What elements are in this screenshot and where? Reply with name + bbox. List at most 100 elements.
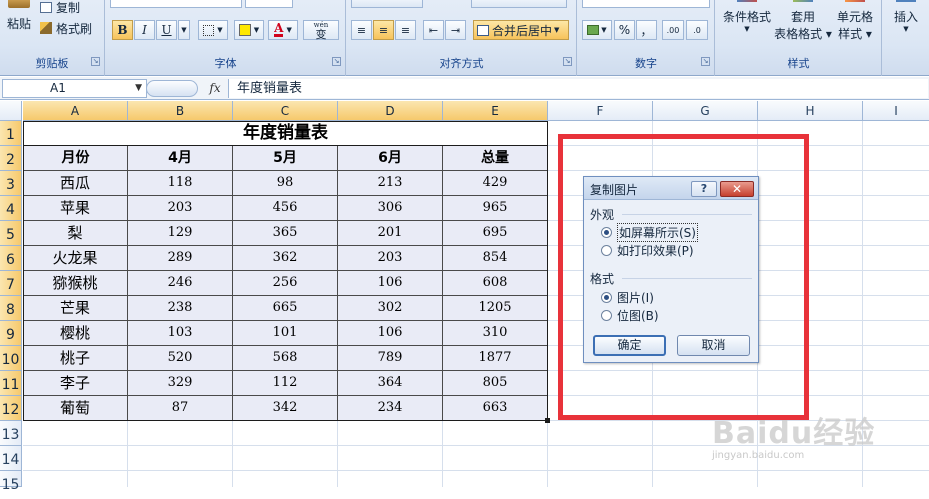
column-header-g[interactable]: G [653,101,758,121]
ok-button[interactable]: 确定 [593,335,666,356]
help-button[interactable]: ? [691,181,717,197]
alignment-dialog-launcher[interactable]: ↘ [563,57,572,66]
row-header-1[interactable]: 1 [0,121,22,146]
value-cell[interactable]: 302 [338,296,443,321]
fruit-name-cell[interactable]: 梨 [23,221,128,246]
row-header-5[interactable]: 5 [0,221,22,246]
value-cell[interactable]: 608 [443,271,548,296]
value-cell[interactable]: 310 [443,321,548,346]
column-header-c[interactable]: C [233,101,338,121]
conditional-format-button[interactable]: 条件格式 ▼ [718,0,776,46]
value-cell[interactable]: 234 [338,396,443,421]
row-header-14[interactable]: 14 [0,446,22,471]
value-cell[interactable]: 203 [128,196,233,221]
header-cell[interactable]: 6月 [338,146,443,171]
align-left-button[interactable]: ≡ [351,20,372,40]
number-dialog-launcher[interactable]: ↘ [701,57,710,66]
underline-dropdown[interactable]: ▼ [178,20,190,40]
percent-button[interactable]: % [614,20,635,40]
option-as-shown-when-printed[interactable]: 如打印效果(P) [601,242,694,258]
cell-styles-button[interactable]: 单元格 样式 ▾ [830,0,880,46]
decrease-indent-button[interactable]: ⇤ [423,20,444,40]
value-cell[interactable]: 256 [233,271,338,296]
fruit-name-cell[interactable]: 苹果 [23,196,128,221]
value-cell[interactable]: 112 [233,371,338,396]
value-cell[interactable]: 238 [128,296,233,321]
cancel-button[interactable]: 取消 [677,335,750,356]
fruit-name-cell[interactable]: 芒果 [23,296,128,321]
value-cell[interactable]: 201 [338,221,443,246]
column-header-h[interactable]: H [758,101,863,121]
row-header-10[interactable]: 10 [0,346,22,371]
column-header-e[interactable]: E [443,101,548,121]
value-cell[interactable]: 1877 [443,346,548,371]
paste-button[interactable]: 粘贴 [2,0,36,50]
value-cell[interactable]: 203 [338,246,443,271]
row-header-3[interactable]: 3 [0,171,22,196]
value-cell[interactable]: 789 [338,346,443,371]
name-box[interactable]: A1 ▼ [2,79,147,98]
header-cell[interactable]: 总量 [443,146,548,171]
italic-button[interactable]: I [134,20,155,40]
phonetic-button[interactable]: wén 变 [303,20,339,40]
row-header-4[interactable]: 4 [0,196,22,221]
row-header-13[interactable]: 13 [0,421,22,446]
value-cell[interactable]: 364 [338,371,443,396]
value-cell[interactable]: 289 [128,246,233,271]
value-cell[interactable]: 568 [233,346,338,371]
row-header-2[interactable]: 2 [0,146,22,171]
value-cell[interactable]: 329 [128,371,233,396]
value-cell[interactable]: 362 [233,246,338,271]
header-cell[interactable]: 5月 [233,146,338,171]
value-cell[interactable]: 118 [128,171,233,196]
value-cell[interactable]: 665 [233,296,338,321]
value-cell[interactable]: 106 [338,271,443,296]
column-header-f[interactable]: F [548,101,653,121]
increase-indent-button[interactable]: ⇥ [445,20,466,40]
value-cell[interactable]: 365 [233,221,338,246]
row-header-6[interactable]: 6 [0,246,22,271]
row-header-12[interactable]: 12 [0,396,22,421]
font-dialog-launcher[interactable]: ↘ [332,57,341,66]
value-cell[interactable]: 663 [443,396,548,421]
value-cell[interactable]: 246 [128,271,233,296]
number-format-select[interactable] [582,0,710,8]
value-cell[interactable]: 965 [443,196,548,221]
value-cell[interactable]: 306 [338,196,443,221]
merge-center-button[interactable]: 合并后居中 ▼ [473,20,569,40]
select-all-corner[interactable] [0,101,22,121]
value-cell[interactable]: 101 [233,321,338,346]
value-cell[interactable]: 695 [443,221,548,246]
option-bitmap[interactable]: 位图(B) [601,307,659,323]
header-cell[interactable]: 4月 [128,146,233,171]
font-name-select[interactable] [110,0,242,8]
bold-button[interactable]: B [112,20,133,40]
insert-function-button[interactable]: fx [206,79,224,98]
value-cell[interactable]: 342 [233,396,338,421]
fill-color-button[interactable]: ▼ [234,20,264,40]
column-header-i[interactable]: I [863,101,929,121]
formula-input[interactable]: 年度销量表 [228,79,928,98]
header-cell[interactable]: 月份 [23,146,128,171]
dialog-title-bar[interactable]: 复制图片 ? ✕ [584,177,758,200]
font-size-select[interactable] [245,0,293,8]
insert-button[interactable]: 插入 ▼ [887,0,925,46]
fruit-name-cell[interactable]: 桃子 [23,346,128,371]
option-as-shown-on-screen[interactable]: 如屏幕所示(S) [601,222,698,242]
value-cell[interactable]: 106 [338,321,443,346]
format-as-table-button[interactable]: 套用 表格格式 ▾ [774,0,832,46]
row-header-7[interactable]: 7 [0,271,22,296]
fruit-name-cell[interactable]: 李子 [23,371,128,396]
value-cell[interactable]: 456 [233,196,338,221]
close-button[interactable]: ✕ [720,181,754,197]
wrap-text-button[interactable] [471,0,567,8]
currency-button[interactable]: ▼ [582,20,612,40]
fill-handle[interactable] [545,418,550,423]
formula-bar-expand-handle[interactable] [146,80,198,97]
name-box-dropdown-icon[interactable]: ▼ [135,80,142,97]
row-header-8[interactable]: 8 [0,296,22,321]
value-cell[interactable]: 429 [443,171,548,196]
clipboard-dialog-launcher[interactable]: ↘ [91,57,100,66]
value-cell[interactable]: 213 [338,171,443,196]
row-header-9[interactable]: 9 [0,321,22,346]
